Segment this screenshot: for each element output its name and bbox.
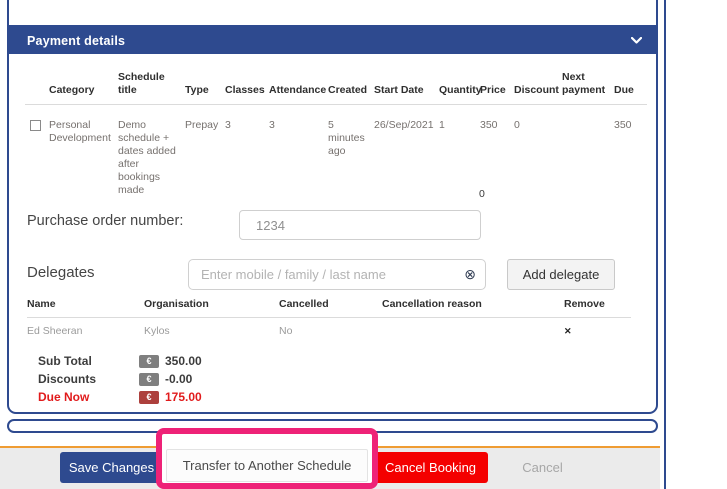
cell-discount: 0	[514, 119, 562, 197]
modal-right-border	[656, 0, 658, 26]
modal-left-border	[7, 0, 9, 26]
subtotal-row: Sub Total € 350.00	[38, 354, 202, 368]
euro-badge-icon: €	[139, 373, 159, 386]
col-schedule-title: Schedule title	[118, 71, 185, 97]
delegates-label: Delegates	[27, 264, 95, 281]
cell-cancellation-reason	[382, 325, 564, 338]
clear-search-icon[interactable]: ⊗	[464, 266, 476, 282]
col-next-payment: Next payment	[562, 71, 614, 97]
cell-attendance: 3	[269, 119, 328, 197]
euro-badge-icon: €	[139, 355, 159, 368]
col-discount: Discount	[514, 84, 562, 97]
discounts-label: Discounts	[38, 372, 139, 386]
cell-schedule-title: Demo schedule + dates added after bookin…	[118, 119, 185, 197]
booking-payment-screen: Payment details Category Schedule title …	[0, 0, 727, 489]
panel-title: Payment details	[27, 34, 125, 48]
delegate-search-input[interactable]	[188, 259, 486, 290]
purchase-order-label: Purchase order number:	[27, 213, 183, 229]
payment-table-header: Category Schedule title Type Classes Att…	[25, 57, 647, 105]
purchase-order-input[interactable]	[239, 210, 481, 240]
col-quantity: Quantity	[439, 84, 480, 97]
col-type: Type	[185, 84, 225, 97]
col-created: Created	[328, 84, 374, 97]
cell-category: Personal Development	[49, 119, 118, 197]
subtotal-value: 350.00	[165, 354, 202, 368]
col-start-date: Start Date	[374, 84, 439, 97]
transfer-schedule-button[interactable]: Transfer to Another Schedule	[166, 449, 368, 482]
cell-type: Prepay	[185, 119, 225, 197]
cell-next-payment	[562, 119, 614, 197]
delegate-row: Ed Sheeran Kylos No ✕	[27, 325, 631, 338]
col-name: Name	[27, 298, 144, 311]
remove-delegate-icon[interactable]: ✕	[564, 326, 572, 336]
cell-quantity: 1	[439, 119, 480, 197]
col-attendance: Attendance	[269, 84, 328, 97]
cell-organisation: Kylos	[144, 325, 279, 338]
col-price: Price	[480, 84, 514, 97]
due-now-label: Due Now	[38, 390, 139, 404]
discounts-value: -0.00	[165, 372, 192, 386]
cell-start-date: 26/Sep/2021	[374, 119, 439, 197]
cancel-booking-button[interactable]: Cancel Booking	[373, 452, 488, 483]
euro-badge-icon: €	[139, 391, 159, 404]
row-checkbox[interactable]	[30, 120, 41, 131]
chevron-down-icon[interactable]	[631, 37, 642, 44]
subtotal-label: Sub Total	[38, 354, 139, 368]
col-cancellation-reason: Cancellation reason	[382, 298, 564, 311]
save-changes-button[interactable]: Save Changes	[60, 452, 163, 483]
cell-created: 5 minutes ago	[328, 119, 374, 197]
payment-table-row: Personal Development Demo schedule + dat…	[25, 112, 647, 197]
delegate-search-wrap: ⊗	[188, 259, 486, 290]
payment-details-panel: Payment details Category Schedule title …	[7, 25, 658, 414]
due-now-value: 175.00	[165, 390, 202, 404]
discounts-row: Discounts € -0.00	[38, 372, 192, 386]
discount-total-value: 0	[479, 188, 485, 200]
cell-cancelled: No	[279, 325, 382, 338]
col-cancelled: Cancelled	[279, 298, 382, 311]
add-delegate-button[interactable]: Add delegate	[507, 259, 615, 290]
page-right-edge-line	[664, 0, 666, 489]
cell-due: 350	[614, 119, 647, 197]
cell-price: 350	[480, 119, 514, 197]
col-organisation: Organisation	[144, 298, 279, 311]
col-remove: Remove	[564, 298, 631, 311]
due-now-row: Due Now € 175.00	[38, 390, 202, 404]
cell-classes: 3	[225, 119, 269, 197]
payment-details-header[interactable]: Payment details	[9, 27, 656, 54]
cell-name: Ed Sheeran	[27, 325, 144, 338]
delegates-table-header: Name Organisation Cancelled Cancellation…	[27, 298, 631, 318]
col-category: Category	[49, 84, 118, 97]
col-classes: Classes	[225, 84, 269, 97]
cancel-button[interactable]: Cancel	[500, 452, 585, 483]
col-due: Due	[614, 84, 647, 97]
